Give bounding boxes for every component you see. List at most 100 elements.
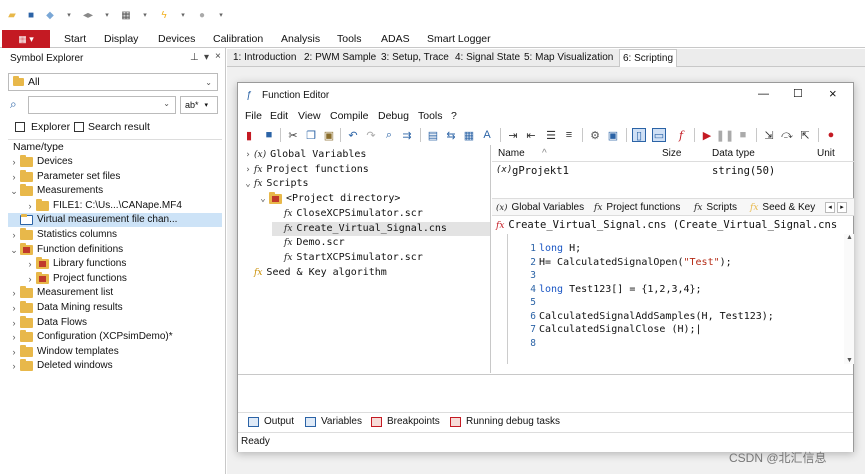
script-tree-item[interactable]: › (x) Global Variables — [242, 148, 366, 162]
chevron-right-icon[interactable]: › — [24, 272, 36, 286]
menu-analysis[interactable]: Analysis — [281, 30, 320, 48]
script-tree-item[interactable]: fx CloseXCPSimulator.scr — [272, 207, 423, 221]
function-icon[interactable]: f — [674, 128, 688, 142]
code-line[interactable]: CalculatedSignalAddSamples(H, Test123); — [539, 311, 774, 322]
undo-icon[interactable]: ↶ — [346, 128, 360, 142]
chevron-down-icon[interactable]: ▾ — [138, 8, 152, 22]
tree-item[interactable]: › Data Flows — [8, 315, 87, 330]
save-icon[interactable]: ■ — [262, 128, 276, 142]
menu-tools[interactable]: Tools — [337, 30, 362, 48]
tree-item[interactable]: › Parameter set files — [8, 169, 120, 184]
outdent-icon[interactable]: ⇤ — [524, 128, 538, 142]
tree-item[interactable]: ⌄ Function definitions — [8, 242, 123, 257]
chevron-right-icon[interactable]: › — [24, 199, 36, 213]
menu-tools[interactable]: Tools — [418, 110, 443, 122]
tree-item[interactable]: › Configuration (XCPsimDemo)* — [8, 330, 173, 344]
script-tree-item[interactable]: fx Seed & Key algorithm — [242, 266, 387, 280]
align-icon[interactable]: ☰ — [544, 128, 558, 142]
breakpoint-icon[interactable]: ● — [824, 128, 838, 142]
record-icon[interactable]: ● — [195, 8, 209, 22]
tab-explorer[interactable]: Explorer — [15, 121, 70, 133]
chevron-right-icon[interactable]: › — [24, 257, 36, 271]
script-tree-item[interactable]: ⌄ fx Scripts — [242, 177, 308, 191]
indent-icon[interactable]: ⇥ — [506, 128, 520, 142]
menu-help[interactable]: ? — [451, 110, 457, 122]
tab-map-visualization[interactable]: 5: Map Visualization — [521, 49, 616, 67]
find-icon[interactable]: ⌕ — [382, 128, 396, 142]
filter-select[interactable]: All ⌄ — [8, 73, 218, 91]
chevron-down-icon[interactable]: ⌄ — [8, 184, 20, 198]
tree-item[interactable]: › FILE1: C:\Us...\CANape.MF4 — [24, 198, 182, 213]
tab-scripting[interactable]: 6: Scripting — [619, 49, 678, 67]
chevron-right-icon[interactable]: › — [8, 301, 20, 315]
chevron-right-icon[interactable]: › — [8, 316, 20, 330]
copy-icon[interactable]: ❐ — [304, 128, 318, 142]
tab-search-result[interactable]: Search result — [74, 121, 150, 133]
chevron-down-icon[interactable]: ⌄ — [242, 177, 254, 191]
step-into-icon[interactable]: ⇲ — [762, 128, 776, 142]
col-name[interactable]: Name — [498, 148, 525, 159]
script-tree-item[interactable]: ⌄ <Project directory> — [257, 192, 400, 206]
stop-icon[interactable]: ■ — [736, 128, 750, 142]
format-icon[interactable]: ▦ — [462, 128, 476, 142]
chevron-down-icon[interactable]: ⌄ — [257, 192, 269, 206]
close-file-icon[interactable]: ▮ — [242, 128, 256, 142]
chevron-right-icon[interactable]: › — [242, 148, 254, 162]
close-icon[interactable]: × — [215, 51, 221, 62]
tree-item[interactable]: › Measurement list — [8, 286, 113, 300]
tree-item[interactable]: › Deleted windows — [8, 359, 113, 373]
chevron-right-icon[interactable]: › — [8, 359, 20, 373]
run-icon[interactable]: ▶ — [700, 128, 714, 142]
chevron-down-icon[interactable]: ▾ — [100, 8, 114, 22]
script-tree-item[interactable]: fx Demo.scr — [272, 236, 345, 250]
customize-icon[interactable]: ▾ — [214, 8, 228, 22]
step-over-icon[interactable]: ⤼ — [780, 128, 794, 142]
tree-item[interactable]: ⌄ Measurements — [8, 184, 103, 198]
col-size[interactable]: Size — [662, 148, 681, 159]
menu-adas[interactable]: ADAS — [381, 30, 410, 48]
layout-one-icon[interactable]: ▯ — [632, 128, 646, 142]
tree-item[interactable]: › Library functions — [24, 257, 126, 271]
tree-item[interactable]: › Statistics columns — [8, 228, 117, 242]
tree-item[interactable]: › Data Mining results — [8, 301, 123, 315]
code-line[interactable]: long Test123[] = {1,2,3,4}; — [539, 284, 702, 295]
paste-icon[interactable]: ▣ — [322, 128, 336, 142]
close-icon[interactable]: × — [829, 86, 837, 101]
script-tree-item[interactable]: › fx Project functions — [242, 163, 369, 177]
layout-two-icon[interactable]: ▭ — [652, 128, 666, 142]
tab-signal-state[interactable]: 4: Signal State — [452, 49, 523, 67]
code-line[interactable]: long H; — [539, 243, 581, 254]
chevron-right-icon[interactable]: › — [8, 345, 20, 359]
app-menu-button[interactable]: ▦ ▾ — [2, 30, 50, 48]
col-data-type[interactable]: Data type — [712, 148, 755, 159]
tab-project-functions[interactable]: fx Project functions — [594, 202, 680, 213]
table-row[interactable]: (x) gProjekt1 string(50) — [492, 165, 854, 179]
tab-global-variables[interactable]: (x) Global Variables — [496, 202, 584, 213]
code-line[interactable]: CalculatedSignalClose (H);| — [539, 324, 702, 335]
scroll-right-icon[interactable]: ▸ — [837, 202, 847, 213]
menu-view[interactable]: View — [298, 110, 321, 122]
find-next-icon[interactable]: ⇉ — [400, 128, 414, 142]
col-unit[interactable]: Unit — [817, 148, 835, 159]
step-out-icon[interactable]: ⇱ — [798, 128, 812, 142]
menu-calibration[interactable]: Calibration — [213, 30, 263, 48]
replace-icon[interactable]: ⇆ — [444, 128, 458, 142]
tab-output[interactable]: Output — [248, 415, 295, 429]
menu-start[interactable]: Start — [64, 30, 86, 48]
maximize-icon[interactable]: ☐ — [793, 87, 803, 100]
tab-pwm-sample[interactable]: 2: PWM Sample — [301, 49, 379, 67]
comment-icon[interactable]: ≡ — [562, 128, 576, 142]
cut-icon[interactable]: ✂ — [286, 128, 300, 142]
tab-introduction[interactable]: 1: Introduction — [230, 49, 299, 67]
text-icon[interactable]: A — [480, 128, 494, 142]
scroll-down-icon[interactable]: ▼ — [846, 357, 853, 364]
new-window-icon[interactable]: ▤ — [426, 128, 440, 142]
connect-icon[interactable]: ◆ — [43, 8, 57, 22]
tab-setup-trace[interactable]: 3: Setup, Trace — [378, 49, 452, 67]
chevron-down-icon[interactable]: ▾ — [62, 8, 76, 22]
menu-devices[interactable]: Devices — [158, 30, 195, 48]
tab-running-debug-tasks[interactable]: Running debug tasks — [450, 415, 560, 429]
window-icon[interactable]: ▦ — [119, 8, 133, 22]
chevron-right-icon[interactable]: › — [8, 228, 20, 242]
tab-scripts[interactable]: fx Scripts — [694, 202, 737, 213]
